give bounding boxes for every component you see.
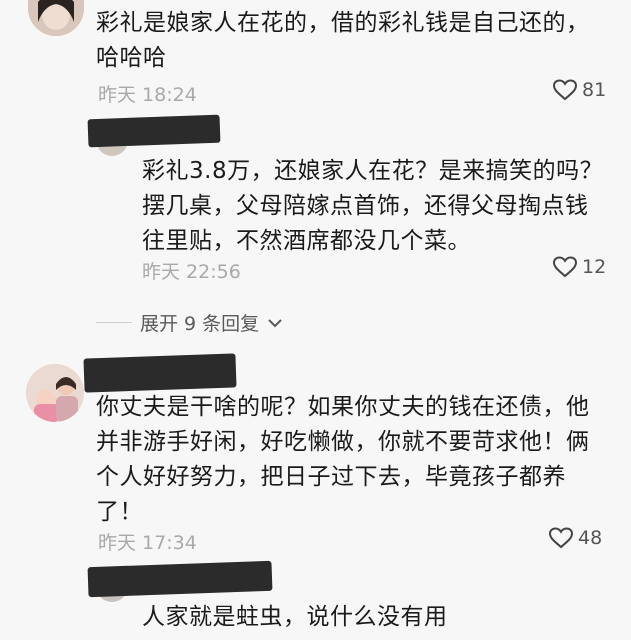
comment-text: 你丈夫是干啥的呢？如果你丈夫的钱在还债，他并非游手好闲，好吃懒做，你就不要苛求他… [96,394,590,525]
heart-outline-icon [552,78,578,102]
expand-replies-label: 展开 9 条回复 [140,313,260,335]
comment-time: 昨天 17:34 [98,532,197,554]
redacted-username [87,114,221,148]
like-button[interactable]: 81 [552,78,606,102]
avatar[interactable] [26,364,84,422]
reply-time: 昨天 22:56 [142,261,241,283]
expand-replies-button[interactable]: 展开 9 条回复 [96,309,283,336]
like-button[interactable]: 48 [548,526,602,550]
heart-outline-icon [552,255,578,279]
reply-text: 人家就是蛀虫，说什么没有用 [142,604,448,630]
comment-text: 彩礼是娘家人在花的，借的彩礼钱是自己还的，哈哈哈 [96,10,590,71]
comment-time: 昨天 18:24 [98,84,197,106]
reply-text: 彩礼3.8万，还娘家人在花？是来搞笑的吗？摆几桌，父母陪嫁点首饰，还得父母掏点钱… [142,158,604,254]
divider [96,322,132,323]
like-count: 12 [582,256,607,278]
avatar[interactable] [28,0,84,36]
redacted-username [87,560,273,598]
like-count: 48 [578,527,603,549]
like-count: 81 [582,79,607,101]
redacted-username [83,353,237,393]
chevron-down-icon [267,312,283,334]
heart-outline-icon [548,526,574,550]
like-button[interactable]: 12 [552,255,606,279]
